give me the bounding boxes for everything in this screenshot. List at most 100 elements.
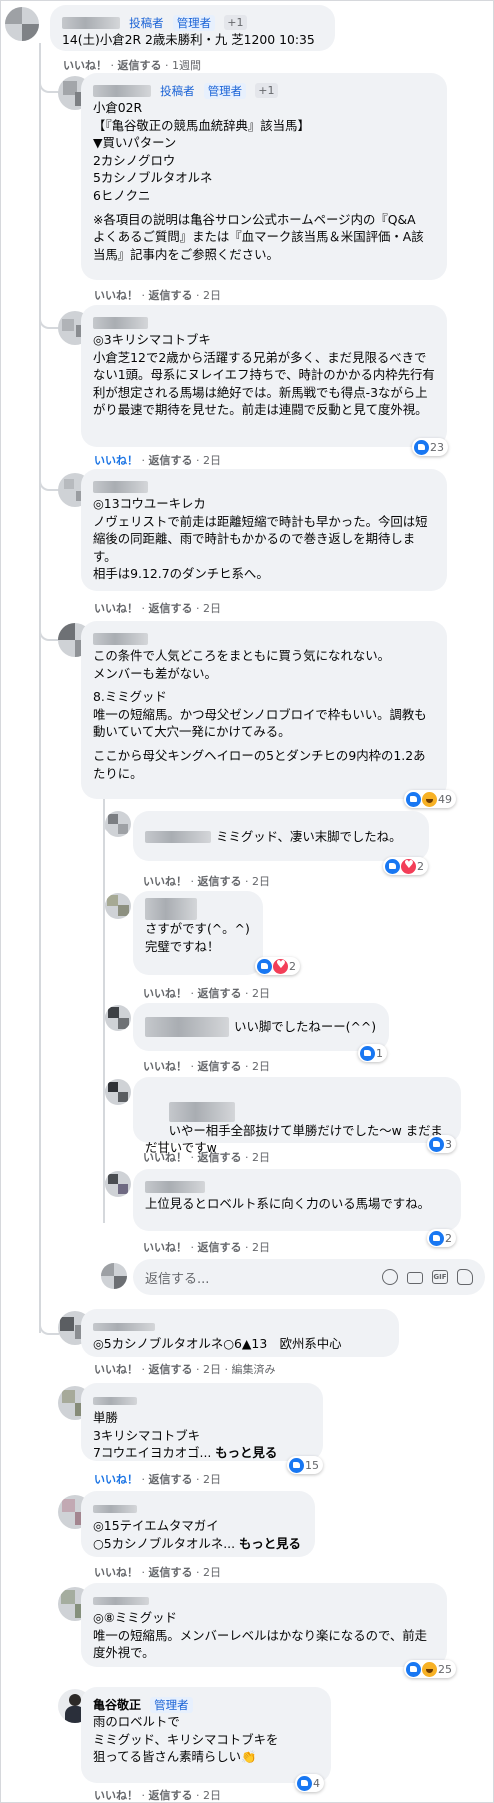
author-name-blurred[interactable] — [93, 84, 151, 97]
like-link[interactable]: いいね！ — [94, 1789, 138, 1802]
reply-actions: いいね！ · 返信する · 2日 — [143, 987, 270, 1000]
reply-link[interactable]: 返信する — [149, 1566, 193, 1579]
like-link[interactable]: いいね！ — [94, 1566, 138, 1579]
reply-input[interactable]: 返信する... GIF — [133, 1259, 485, 1295]
avatar[interactable] — [105, 811, 131, 837]
timestamp[interactable]: 2日 — [203, 454, 221, 467]
edited-label[interactable]: 編集済み — [232, 1363, 276, 1376]
like-link[interactable]: いいね！ — [94, 1473, 138, 1486]
author-name-blurred[interactable] — [93, 1396, 137, 1405]
author-name-blurred[interactable] — [93, 632, 148, 645]
reply-link[interactable]: 返信する — [149, 454, 193, 467]
avatar[interactable] — [105, 1079, 131, 1105]
author-name-blurred[interactable] — [93, 480, 148, 493]
like-link[interactable]: いいね！ — [94, 1363, 138, 1376]
timestamp[interactable]: 2日 — [252, 875, 270, 888]
like-link[interactable]: いいね！ — [143, 1060, 187, 1073]
see-more-link[interactable]: もっと見る — [239, 1536, 301, 1551]
comment-bubble: ◎3キリシマコトブキ 小倉芝12で2歳から活躍する兄弟が多く、まだ見限るべきでな… — [81, 305, 447, 447]
reply-link[interactable]: 返信する — [118, 59, 162, 72]
comment-bubble: 投稿者 管理者 +1 小倉02R 【『亀谷敬正の競馬血統辞典』該当馬】 ▼買いパ… — [81, 73, 447, 280]
author-name-blurred[interactable] — [93, 316, 148, 329]
reaction-count[interactable]: 49 — [404, 790, 456, 808]
reaction-count[interactable]: 23 — [412, 438, 448, 456]
timestamp[interactable]: 1週間 — [172, 59, 201, 72]
avatar[interactable] — [105, 1171, 131, 1197]
more-badges[interactable]: +1 — [224, 15, 247, 30]
author-name[interactable]: 亀谷敬正 — [93, 1698, 141, 1712]
timestamp[interactable]: 2日 — [252, 1151, 270, 1164]
reply-link[interactable]: 返信する — [149, 602, 193, 615]
reply-link[interactable]: 返信する — [198, 987, 242, 1000]
comment-text: 雨のロベルトで ミミグッド、キリシマコトブキを 狙ってる皆さん素晴らしい👏 — [93, 1714, 279, 1765]
reaction-count[interactable]: 2 — [427, 1229, 456, 1247]
author-name-blurred[interactable] — [145, 1180, 205, 1193]
like-reaction-icon — [406, 791, 421, 807]
admin-badge: 管理者 — [172, 14, 216, 31]
author-name-blurred[interactable] — [93, 1322, 155, 1331]
reaction-count[interactable]: 3 — [427, 1135, 456, 1153]
author-name-blurred[interactable] — [145, 898, 197, 920]
reaction-count[interactable]: 25 — [404, 1660, 456, 1678]
sticker-icon[interactable] — [457, 1269, 473, 1285]
comment-bubble: 投稿者 管理者 +1 14(土)小倉2R 2歳未勝利・九 芝1200 10:35 — [50, 5, 335, 51]
author-name-blurred[interactable] — [93, 1504, 137, 1513]
comment-text: ◎5カシノブルタオルネ○6▲13 欧州系中心 — [93, 1336, 342, 1351]
like-link[interactable]: いいね！ — [143, 1241, 187, 1254]
reply-text: 上位見るとロベルト系に向く力のいる馬場ですね。 — [145, 1196, 430, 1211]
reply-link[interactable]: 返信する — [149, 1363, 193, 1376]
current-user-avatar[interactable] — [101, 1263, 127, 1289]
timestamp[interactable]: 2日 — [203, 1566, 221, 1579]
haha-reaction-icon — [422, 1661, 437, 1677]
timestamp[interactable]: 2日 — [203, 1789, 221, 1802]
like-link[interactable]: いいね！ — [94, 289, 138, 302]
author-name-blurred[interactable] — [93, 1596, 149, 1605]
avatar[interactable] — [105, 1005, 131, 1031]
like-link[interactable]: いいね！ — [94, 454, 138, 467]
like-link[interactable]: いいね！ — [143, 987, 187, 1000]
reaction-count[interactable]: 15 — [287, 1456, 323, 1474]
thread-connector — [39, 467, 59, 491]
timestamp[interactable]: 2日 — [252, 1060, 270, 1073]
comment-actions: いいね！ · 返信する · 2日 — [94, 1789, 221, 1802]
like-reaction-icon — [385, 858, 400, 874]
comment-bubble: 単勝 3キリシマコトブキ 7コウエイヨカオゴ... もっと見る — [81, 1383, 323, 1461]
author-name-blurred[interactable] — [62, 16, 120, 29]
avatar[interactable] — [5, 7, 39, 41]
like-link[interactable]: いいね！ — [94, 602, 138, 615]
timestamp[interactable]: 2日 — [252, 1241, 270, 1254]
author-name-blurred[interactable] — [145, 1016, 229, 1037]
reaction-count[interactable]: 2 — [383, 857, 428, 875]
like-link[interactable]: いいね！ — [143, 875, 187, 888]
emoji-icon[interactable] — [382, 1269, 398, 1285]
thread-connector — [39, 617, 59, 641]
reply-link[interactable]: 返信する — [149, 1473, 193, 1486]
timestamp[interactable]: 2日 — [203, 1363, 221, 1376]
reply-actions: いいね！ · 返信する · 2日 — [143, 1151, 270, 1164]
timestamp[interactable]: 2日 — [203, 602, 221, 615]
reply-link[interactable]: 返信する — [198, 1151, 242, 1164]
author-name-blurred[interactable] — [145, 830, 211, 843]
reply-link[interactable]: 返信する — [198, 1241, 242, 1254]
timestamp[interactable]: 2日 — [252, 987, 270, 1000]
reaction-count[interactable]: 2 — [255, 957, 300, 975]
like-link[interactable]: いいね！ — [143, 1151, 187, 1164]
camera-icon[interactable] — [407, 1272, 423, 1284]
reply-bubble: いやー相手全部抜けて単勝だけでした～w まだまだ甘いですw — [133, 1077, 461, 1155]
reply-link[interactable]: 返信する — [149, 289, 193, 302]
reply-link[interactable]: 返信する — [198, 1060, 242, 1073]
like-link[interactable]: いいね！ — [63, 59, 107, 72]
see-more-link[interactable]: もっと見る — [215, 1445, 277, 1460]
timestamp[interactable]: 2日 — [203, 289, 221, 302]
timestamp[interactable]: 2日 — [203, 1473, 221, 1486]
reply-link[interactable]: 返信する — [198, 875, 242, 888]
haha-reaction-icon — [422, 791, 437, 807]
avatar[interactable] — [105, 893, 131, 919]
reaction-count[interactable]: 1 — [358, 1044, 387, 1062]
reply-link[interactable]: 返信する — [149, 1789, 193, 1802]
reaction-count[interactable]: 4 — [295, 1774, 324, 1792]
gif-icon[interactable]: GIF — [432, 1270, 448, 1284]
comment-actions: いいね！ · 返信する · 2日 — [94, 1473, 221, 1486]
more-badges[interactable]: +1 — [255, 83, 278, 98]
author-name-blurred[interactable] — [168, 1101, 235, 1122]
